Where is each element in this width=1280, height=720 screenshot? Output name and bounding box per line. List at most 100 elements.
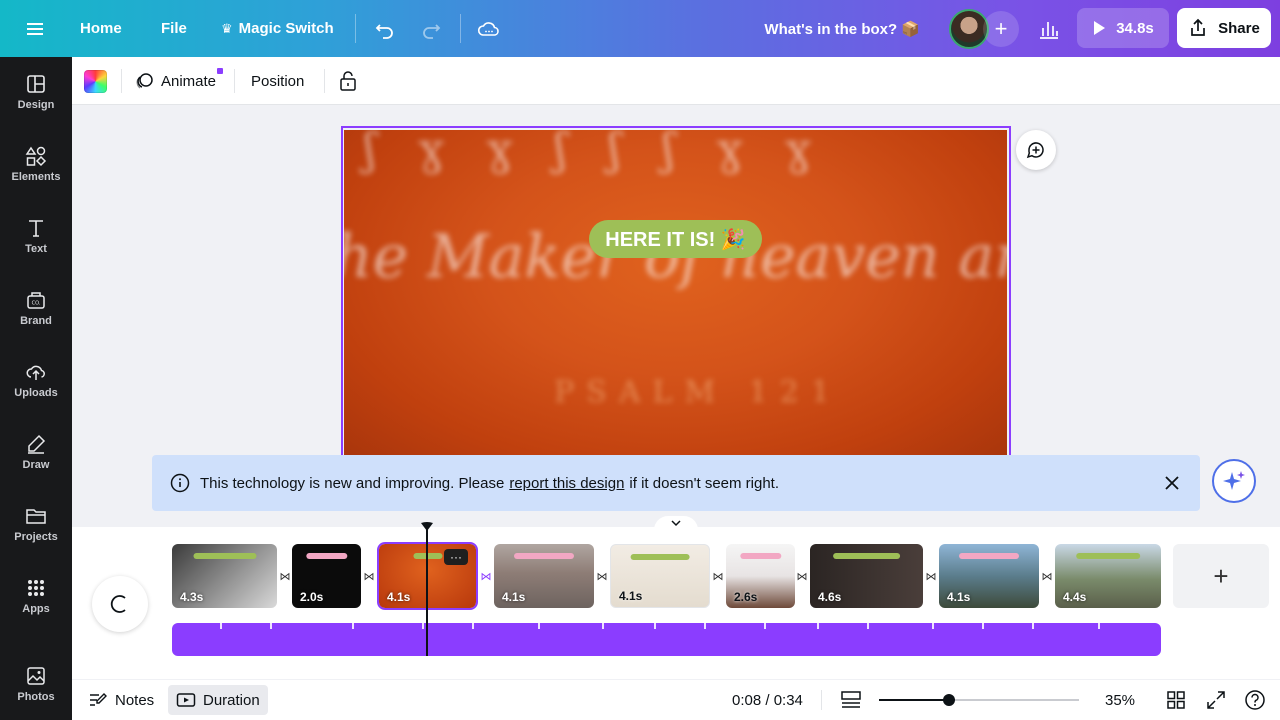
- timeline-clip[interactable]: 4.3s: [172, 544, 277, 608]
- top-bar: Home File ♛ Magic Switch What's in the b…: [0, 0, 1280, 57]
- photos-icon: [27, 667, 45, 685]
- timeline-clip[interactable]: 4.1s: [610, 544, 710, 608]
- clip-duration: 4.1s: [387, 590, 411, 604]
- file-menu-button[interactable]: File: [161, 0, 187, 57]
- sidebar-item-elements[interactable]: Elements: [0, 134, 72, 194]
- divider: [324, 69, 325, 93]
- sidebar-item-draw[interactable]: Draw: [0, 422, 72, 482]
- duration-label: Duration: [203, 691, 260, 709]
- notes-icon: [90, 693, 107, 706]
- transition-icon[interactable]: ⋈: [362, 569, 376, 583]
- insights-icon[interactable]: [1037, 0, 1061, 57]
- play-duration: 34.8s: [1116, 19, 1154, 37]
- info-icon: [170, 473, 190, 493]
- duration-button[interactable]: Duration: [176, 680, 260, 720]
- sidebar-item-label: Elements: [11, 171, 61, 183]
- sidebar-item-apps[interactable]: Apps: [0, 566, 72, 626]
- brand-icon: CO.: [27, 292, 45, 309]
- clip-duration: 4.1s: [502, 590, 526, 604]
- sidebar-item-text[interactable]: Text: [0, 206, 72, 266]
- clip-thumb-label: [630, 554, 690, 560]
- zoom-slider-fill: [879, 699, 949, 701]
- share-button[interactable]: Share: [1177, 8, 1271, 48]
- page-layout-icon[interactable]: [840, 680, 862, 720]
- redo-icon[interactable]: [420, 0, 442, 57]
- transition-icon[interactable]: ⋈: [479, 569, 493, 583]
- divider: [355, 14, 356, 43]
- transition-icon[interactable]: ⋈: [711, 569, 725, 583]
- new-feature-dot: [217, 68, 223, 74]
- clip-duration: 4.1s: [619, 589, 643, 603]
- blurred-background-text: ʃ ɣ ɣ ʃ ʃ ʃ ɣ ɣ: [364, 130, 826, 175]
- design-canvas[interactable]: ʃ ɣ ɣ ʃ ʃ ʃ ɣ ɣ he Maker of heaven and e…: [344, 130, 1007, 460]
- design-title[interactable]: What's in the box? 📦: [764, 0, 920, 57]
- projects-icon: [26, 509, 46, 524]
- clip-more-options-button[interactable]: ···: [444, 549, 468, 565]
- clip-thumb-label: [832, 553, 901, 559]
- animate-label: Animate: [161, 72, 217, 90]
- clip-duration: 4.4s: [1063, 590, 1087, 604]
- sidebar-item-photos[interactable]: Photos: [0, 654, 72, 714]
- undo-icon[interactable]: [374, 0, 396, 57]
- notes-button[interactable]: Notes: [88, 680, 154, 720]
- timeline-clip[interactable]: 2.0s: [292, 544, 361, 608]
- sidebar: Design Elements Text CO. Brand Uploads D…: [0, 57, 72, 720]
- audio-track[interactable]: [172, 623, 1161, 656]
- add-comment-button[interactable]: [1016, 130, 1056, 170]
- magic-switch-button[interactable]: ♛ Magic Switch: [221, 0, 334, 57]
- elements-icon: [25, 146, 47, 167]
- timeline-clip[interactable]: 4.6s: [810, 544, 923, 608]
- sidebar-item-design[interactable]: Design: [0, 62, 72, 122]
- timeline-clip[interactable]: 4.1s: [494, 544, 594, 608]
- lock-icon[interactable]: [339, 57, 357, 105]
- color-picker-swatch[interactable]: [84, 70, 107, 93]
- sidebar-item-label: Draw: [22, 459, 50, 471]
- clip-thumb-label: [959, 553, 1019, 559]
- transition-icon[interactable]: ⋈: [795, 569, 809, 583]
- magic-switch-label: Magic Switch: [238, 20, 334, 37]
- animate-icon: [136, 73, 153, 89]
- notice-banner: This technology is new and improving. Pl…: [152, 455, 1200, 511]
- uploads-icon: [26, 365, 45, 380]
- transition-icon[interactable]: ⋈: [924, 569, 938, 583]
- animate-button[interactable]: Animate: [135, 57, 216, 105]
- context-toolbar: Animate Position: [72, 57, 1280, 105]
- hamburger-icon[interactable]: [24, 0, 46, 57]
- sparkle-icon: [1223, 471, 1245, 490]
- clip-thumb-label: [305, 553, 348, 559]
- notice-text: This technology is new and improving. Pl…: [200, 455, 779, 511]
- help-icon[interactable]: [1244, 680, 1266, 720]
- grid-view-icon[interactable]: [1166, 680, 1186, 720]
- transition-icon[interactable]: ⋈: [595, 569, 609, 583]
- position-button[interactable]: Position: [251, 57, 304, 105]
- add-collaborator-button[interactable]: +: [983, 11, 1019, 47]
- divider: [121, 69, 122, 93]
- playhead[interactable]: [426, 528, 428, 656]
- transition-icon[interactable]: ⋈: [278, 569, 292, 583]
- timeline-clip[interactable]: 4.4s: [1055, 544, 1161, 608]
- close-icon[interactable]: [1162, 473, 1182, 493]
- add-page-button[interactable]: +: [1173, 544, 1269, 608]
- report-design-link[interactable]: report this design: [509, 475, 624, 492]
- crown-icon: ♛: [221, 20, 233, 36]
- magic-assistant-button[interactable]: [1212, 459, 1256, 503]
- zoom-slider-handle[interactable]: [943, 694, 955, 706]
- fullscreen-icon[interactable]: [1206, 680, 1226, 720]
- timeline-clip[interactable]: 2.6s: [726, 544, 795, 608]
- sidebar-item-uploads[interactable]: Uploads: [0, 350, 72, 410]
- loading-spinner-button[interactable]: [92, 576, 148, 632]
- zoom-percentage[interactable]: 35%: [1105, 680, 1135, 720]
- svg-text:CO.: CO.: [32, 301, 41, 307]
- notice-text-after: if it doesn't seem right.: [629, 474, 780, 492]
- home-button[interactable]: Home: [80, 0, 122, 57]
- sidebar-item-brand[interactable]: CO. Brand: [0, 278, 72, 338]
- sidebar-item-projects[interactable]: Projects: [0, 494, 72, 554]
- play-button[interactable]: 34.8s: [1077, 8, 1169, 48]
- transition-icon[interactable]: ⋈: [1040, 569, 1054, 583]
- cloud-save-icon[interactable]: [477, 0, 501, 57]
- here-it-is-badge[interactable]: HERE IT IS! 🎉: [589, 220, 762, 258]
- sidebar-item-label: Photos: [17, 691, 55, 703]
- divider: [821, 690, 822, 710]
- collapse-timeline-button[interactable]: [654, 516, 698, 530]
- timeline-clip[interactable]: 4.1s: [939, 544, 1039, 608]
